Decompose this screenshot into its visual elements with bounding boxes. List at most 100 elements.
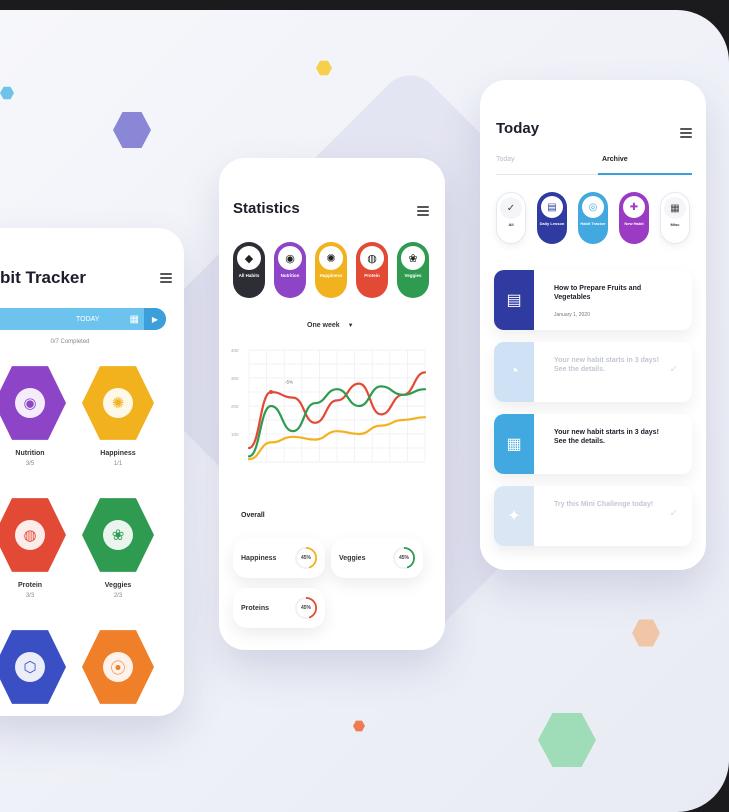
- grid-icon: ▦: [664, 197, 686, 219]
- progress-ring: 45%: [295, 547, 317, 569]
- tracker-icon: ◎: [582, 196, 604, 218]
- category-label: New Habit: [624, 221, 644, 226]
- habit-tracker-screen: bit Tracker TODAY ▦ ▶ 0/7 Completed ◉ Nut…: [0, 228, 184, 716]
- category-pill[interactable]: ▤ Daily Lesson: [537, 192, 567, 244]
- habit-tile[interactable]: ◉ Nutrition 3/5: [0, 362, 66, 482]
- broccoli-icon: ❀: [401, 246, 425, 270]
- menu-icon[interactable]: [160, 271, 172, 285]
- overall-value: 45%: [300, 555, 311, 561]
- decor-hexagon-mint: [538, 713, 596, 767]
- habit-tile[interactable]: ❀ Veggies 2/3: [82, 494, 154, 614]
- category-pill[interactable]: ◎ Habit Tracker: [578, 192, 608, 244]
- category-pill[interactable]: ◉ Nutrition: [274, 242, 306, 298]
- check-icon: ✓: [500, 197, 522, 219]
- habit-hexagon: ⦿: [82, 630, 154, 704]
- check-icon[interactable]: ✓: [670, 508, 678, 519]
- dumbbell-icon: ⦿: [103, 652, 133, 682]
- page-title: Today: [496, 120, 540, 137]
- feed-item-date: January 1, 2020: [554, 312, 590, 318]
- menu-icon[interactable]: [417, 204, 429, 218]
- overall-card[interactable]: Happiness 45%: [233, 538, 325, 578]
- nutrition-icon: ◉: [15, 388, 45, 418]
- feed-item[interactable]: ✦ Try this Mini Challenge today! ✓: [494, 486, 692, 546]
- overall-card[interactable]: Proteins 45%: [233, 588, 325, 628]
- habit-tile[interactable]: ⦿: [82, 626, 154, 716]
- habit-hexagon: ⬡: [0, 630, 66, 704]
- overall-value: 45%: [300, 605, 311, 611]
- point-label: -5%: [285, 380, 293, 385]
- habit-hexagon: ❀: [82, 498, 154, 572]
- line-chart: 400 300 200 100 -5%: [231, 348, 427, 463]
- habit-count: 2/3: [113, 593, 123, 599]
- overall-name: Proteins: [241, 604, 270, 612]
- all-icon: ◆: [237, 246, 261, 270]
- category-pill[interactable]: ✺ Happiness: [315, 242, 347, 298]
- category-label: Misc: [670, 222, 680, 227]
- decor-hexagon-purple: [113, 112, 151, 148]
- progress-ring: 45%: [295, 597, 317, 619]
- check-icon[interactable]: ✓: [670, 364, 678, 375]
- tab-today[interactable]: Today: [496, 156, 515, 163]
- feed-item-title: How to Prepare Fruits and Vegetables: [554, 285, 642, 302]
- calendar-icon: ▦: [494, 414, 534, 474]
- broccoli-icon: ❀: [103, 520, 133, 550]
- today-bar[interactable]: TODAY ▦: [0, 308, 166, 330]
- feed-item-title: Your new habit starts in 3 days! See the…: [554, 429, 659, 446]
- new-icon: ✚: [623, 196, 645, 218]
- y-tick-label: 300: [231, 376, 239, 381]
- progress-ring: 45%: [393, 547, 415, 569]
- habit-count: 3/5: [25, 461, 35, 467]
- page-title: Statistics: [233, 200, 300, 217]
- meat-icon: ◍: [15, 520, 45, 550]
- book-icon: ▤: [541, 196, 563, 218]
- today-label: TODAY: [76, 315, 100, 323]
- habit-tile[interactable]: ⬡: [0, 626, 66, 716]
- decor-hexagon-peach: [632, 619, 660, 647]
- category-pill[interactable]: ✚ New Habit: [619, 192, 649, 244]
- completed-count: 0/7 Completed: [50, 339, 90, 345]
- feed-item-title: Try this Mini Challenge today!: [554, 501, 654, 508]
- timer-icon: ◔: [494, 342, 534, 402]
- book-icon: ▤: [494, 270, 534, 330]
- chevron-down-icon: ▼: [347, 323, 354, 329]
- water-icon: ⬡: [15, 652, 45, 682]
- active-tab-indicator: [598, 173, 692, 175]
- category-pill[interactable]: ✓ All: [496, 192, 526, 244]
- category-pill[interactable]: ▦ Misc: [660, 192, 690, 244]
- category-pill[interactable]: ❀ Veggies: [397, 242, 429, 298]
- habit-tile[interactable]: ✺ Happiness 1/1: [82, 362, 154, 482]
- category-pill[interactable]: ◍ Protein: [356, 242, 388, 298]
- gear-icon: ✺: [319, 246, 343, 270]
- feed-item[interactable]: ◔ Your new habit starts in 3 days! See th…: [494, 342, 692, 402]
- decor-hexagon-orange: [353, 720, 365, 732]
- category-pill[interactable]: ◆ All Habits: [233, 242, 265, 298]
- category-label: Daily Lesson: [539, 221, 565, 226]
- category-label: Happiness: [319, 273, 343, 278]
- habit-tile[interactable]: ◍ Protein 3/3: [0, 494, 66, 614]
- next-day-button[interactable]: ▶: [144, 308, 166, 330]
- habit-hexagon: ◍: [0, 498, 66, 572]
- overall-value: 45%: [398, 555, 409, 561]
- today-screen: Today Today Archive ✓ All ▤ Daily Lesson ◎ Ha…: [480, 80, 706, 570]
- calendar-icon: ▦: [129, 313, 139, 325]
- overall-card[interactable]: Veggies 45%: [331, 538, 423, 578]
- y-tick-label: 100: [231, 432, 239, 437]
- feed-item[interactable]: ▤ How to Prepare Fruits and Vegetables Jan…: [494, 270, 692, 330]
- menu-icon[interactable]: [680, 126, 692, 140]
- statistics-screen: Statistics ◆ All Habits ◉ Nutrition ✺ Happine…: [219, 158, 445, 650]
- category-label: All Habits: [238, 273, 260, 278]
- habit-count: 1/1: [113, 461, 123, 467]
- habit-count: 3/3: [25, 593, 35, 599]
- y-tick-label: 200: [231, 404, 239, 409]
- challenge-icon: ✦: [494, 486, 534, 546]
- y-tick-label: 400: [231, 348, 239, 353]
- feed-item[interactable]: ▦ Your new habit starts in 3 days! See th…: [494, 414, 692, 474]
- habit-name: Happiness: [100, 450, 136, 457]
- page-title: bit Tracker: [0, 268, 86, 287]
- habit-name: Nutrition: [15, 450, 45, 457]
- range-selector[interactable]: One week ▼: [307, 322, 354, 329]
- habit-hexagon: ◉: [0, 366, 66, 440]
- tab-archive[interactable]: Archive: [602, 156, 628, 163]
- feed-item-title: Your new habit starts in 3 days! See the…: [554, 357, 659, 374]
- habit-name: Veggies: [104, 582, 132, 589]
